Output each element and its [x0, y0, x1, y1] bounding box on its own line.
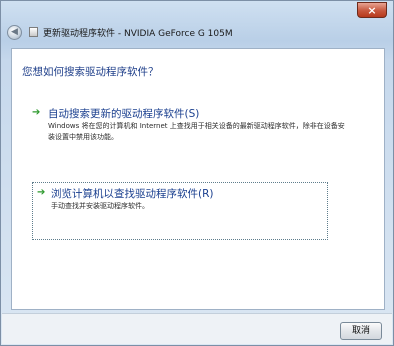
- content-panel: 您想如何搜索驱动程序软件？ ➔ 自动搜索更新的驱动程序软件(S) Windows…: [11, 48, 385, 310]
- auto-search-description: Windows 将在您的计算机和 Internet 上查找用于相关设备的最新驱动…: [48, 122, 345, 141]
- browse-computer-title: 浏览计算机以查找驱动程序软件(R): [51, 188, 214, 200]
- driver-update-window: × ◀ 更新驱动程序软件 - NVIDIA GeForce G 105M 您想如…: [0, 0, 394, 346]
- footer-bar: 取消: [2, 313, 392, 344]
- back-button[interactable]: ◀: [7, 24, 22, 40]
- green-arrow-icon: ➔: [32, 107, 41, 118]
- page-heading: 您想如何搜索驱动程序软件？: [22, 66, 159, 78]
- green-arrow-icon: ➔: [37, 187, 46, 198]
- browse-computer-option[interactable]: ➔ 浏览计算机以查找驱动程序软件(R) 手动查找并安装驱动程序软件。: [32, 182, 328, 240]
- back-arrow-icon: ◀: [11, 26, 18, 37]
- browse-computer-description: 手动查找并安装驱动程序软件。: [51, 202, 149, 210]
- window-title: 更新驱动程序软件 - NVIDIA GeForce G 105M: [43, 28, 233, 39]
- close-button[interactable]: ×: [357, 2, 387, 18]
- auto-search-title: 自动搜索更新的驱动程序软件(S): [48, 108, 200, 120]
- close-icon: ×: [367, 4, 377, 17]
- title-bar: ◀ 更新驱动程序软件 - NVIDIA GeForce G 105M: [7, 19, 387, 45]
- device-icon: [29, 27, 38, 37]
- cancel-button[interactable]: 取消: [340, 322, 382, 340]
